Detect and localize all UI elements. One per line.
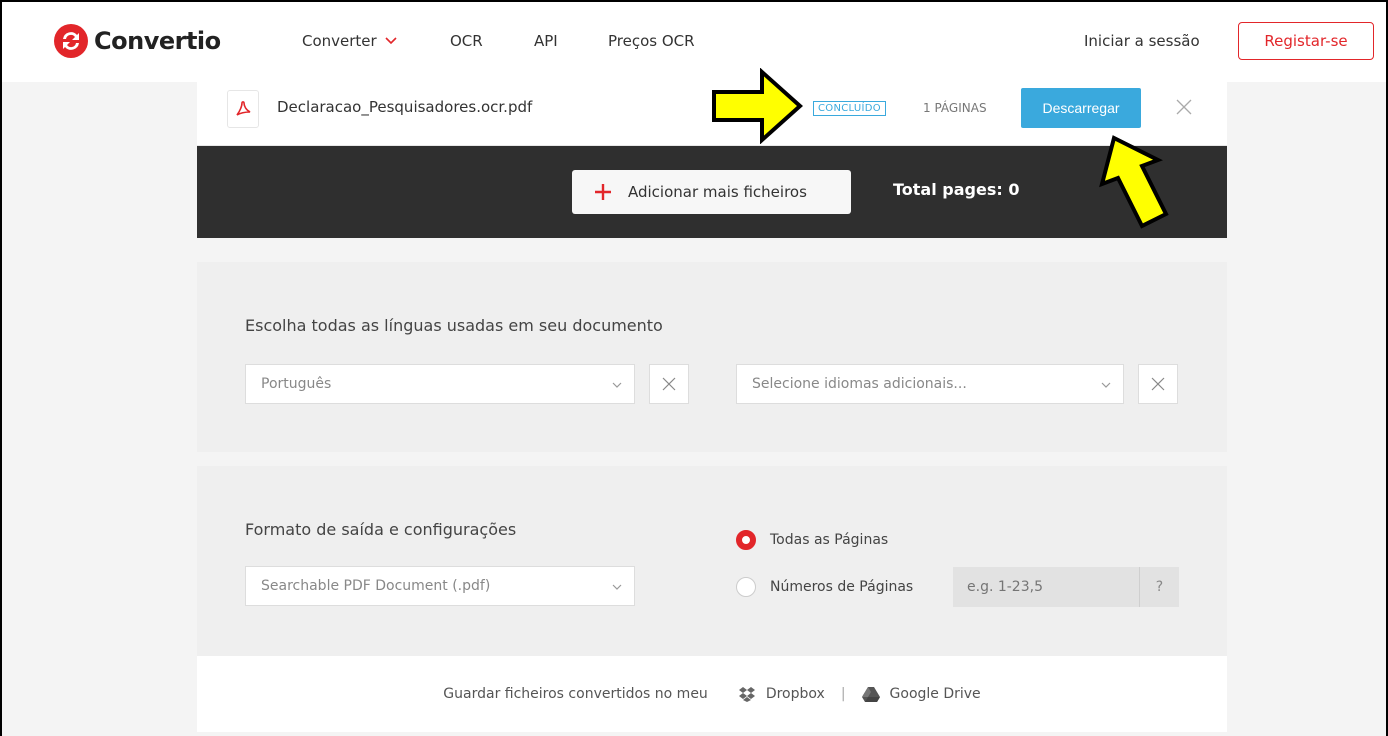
page-range-input[interactable] [953,567,1139,607]
separator: | [840,686,846,702]
save-label: Guardar ficheiros convertidos no meu [443,686,708,702]
google-drive-label: Google Drive [889,686,981,702]
output-format-title: Formato de saída e configurações [245,520,517,539]
close-icon[interactable] [1175,98,1193,116]
convertio-logo-icon [54,24,88,58]
primary-language-value: Português [261,376,332,392]
annotation-arrow-right-icon [712,68,803,144]
dropbox-label: Dropbox [765,686,825,702]
output-format-panel: Formato de saída e configurações Searcha… [197,466,1227,656]
top-header: Convertio Converter OCR API Preços OCR I… [2,2,1386,82]
nav-api[interactable]: API [534,32,558,50]
download-button[interactable]: Descarregar [1021,88,1141,128]
languages-panel: Escolha todas as línguas usadas em seu d… [197,262,1227,452]
nav-ocr[interactable]: OCR [450,32,483,50]
help-button[interactable]: ? [1139,567,1179,607]
pages-count: 1 PÁGINAS [923,101,987,115]
add-more-files-button[interactable]: Adicionar mais ficheiros [572,170,851,214]
additional-languages-select[interactable]: Selecione idiomas adicionais... [736,364,1124,404]
status-badge: CONCLUÍDO [813,101,886,116]
add-more-files-label: Adicionar mais ficheiros [628,183,807,201]
nav-converter-label: Converter [302,32,377,50]
total-pages: Total pages: 0 [893,180,1020,199]
primary-language-select[interactable]: Português [245,364,635,404]
output-format-select[interactable]: Searchable PDF Document (.pdf) [245,566,635,606]
radio-unselected[interactable] [736,577,756,597]
annotation-arrow-up-icon [1099,135,1169,229]
radio-selected[interactable] [736,530,756,550]
google-drive-link[interactable]: Google Drive [861,686,981,702]
chevron-down-icon [385,37,397,45]
dropbox-link[interactable]: Dropbox [738,686,825,702]
additional-languages-placeholder: Selecione idiomas adicionais... [752,376,967,392]
languages-title: Escolha todas as línguas usadas em seu d… [245,316,663,335]
page-numbers-option[interactable]: Números de Páginas [736,577,913,597]
register-button[interactable]: Registar-se [1238,22,1374,60]
all-pages-label: Todas as Páginas [770,532,889,548]
brand-name: Convertio [94,27,221,55]
nav-converter[interactable]: Converter [302,32,397,50]
chevron-down-icon [1101,382,1111,388]
chevron-down-icon [612,382,622,388]
clear-additional-languages-button[interactable] [1138,364,1178,404]
all-pages-option[interactable]: Todas as Páginas [736,530,888,550]
nav-pricing[interactable]: Preços OCR [608,32,695,50]
brand-logo[interactable]: Convertio [54,24,221,58]
file-toolbar: Adicionar mais ficheiros Total pages: 0 [197,146,1227,238]
dropbox-icon [738,687,755,702]
chevron-down-icon [612,584,622,590]
file-name: Declaracao_Pesquisadores.ocr.pdf [277,98,533,116]
close-icon [1151,377,1165,391]
clear-primary-language-button[interactable] [649,364,689,404]
output-format-value: Searchable PDF Document (.pdf) [261,578,491,594]
login-link[interactable]: Iniciar a sessão [1084,32,1200,50]
pdf-file-icon [227,90,259,128]
google-drive-icon [861,687,880,702]
plus-icon [595,184,611,200]
page-numbers-label: Números de Páginas [770,579,914,595]
save-to-cloud-bar: Guardar ficheiros convertidos no meu Dro… [197,656,1227,732]
close-icon [662,377,676,391]
